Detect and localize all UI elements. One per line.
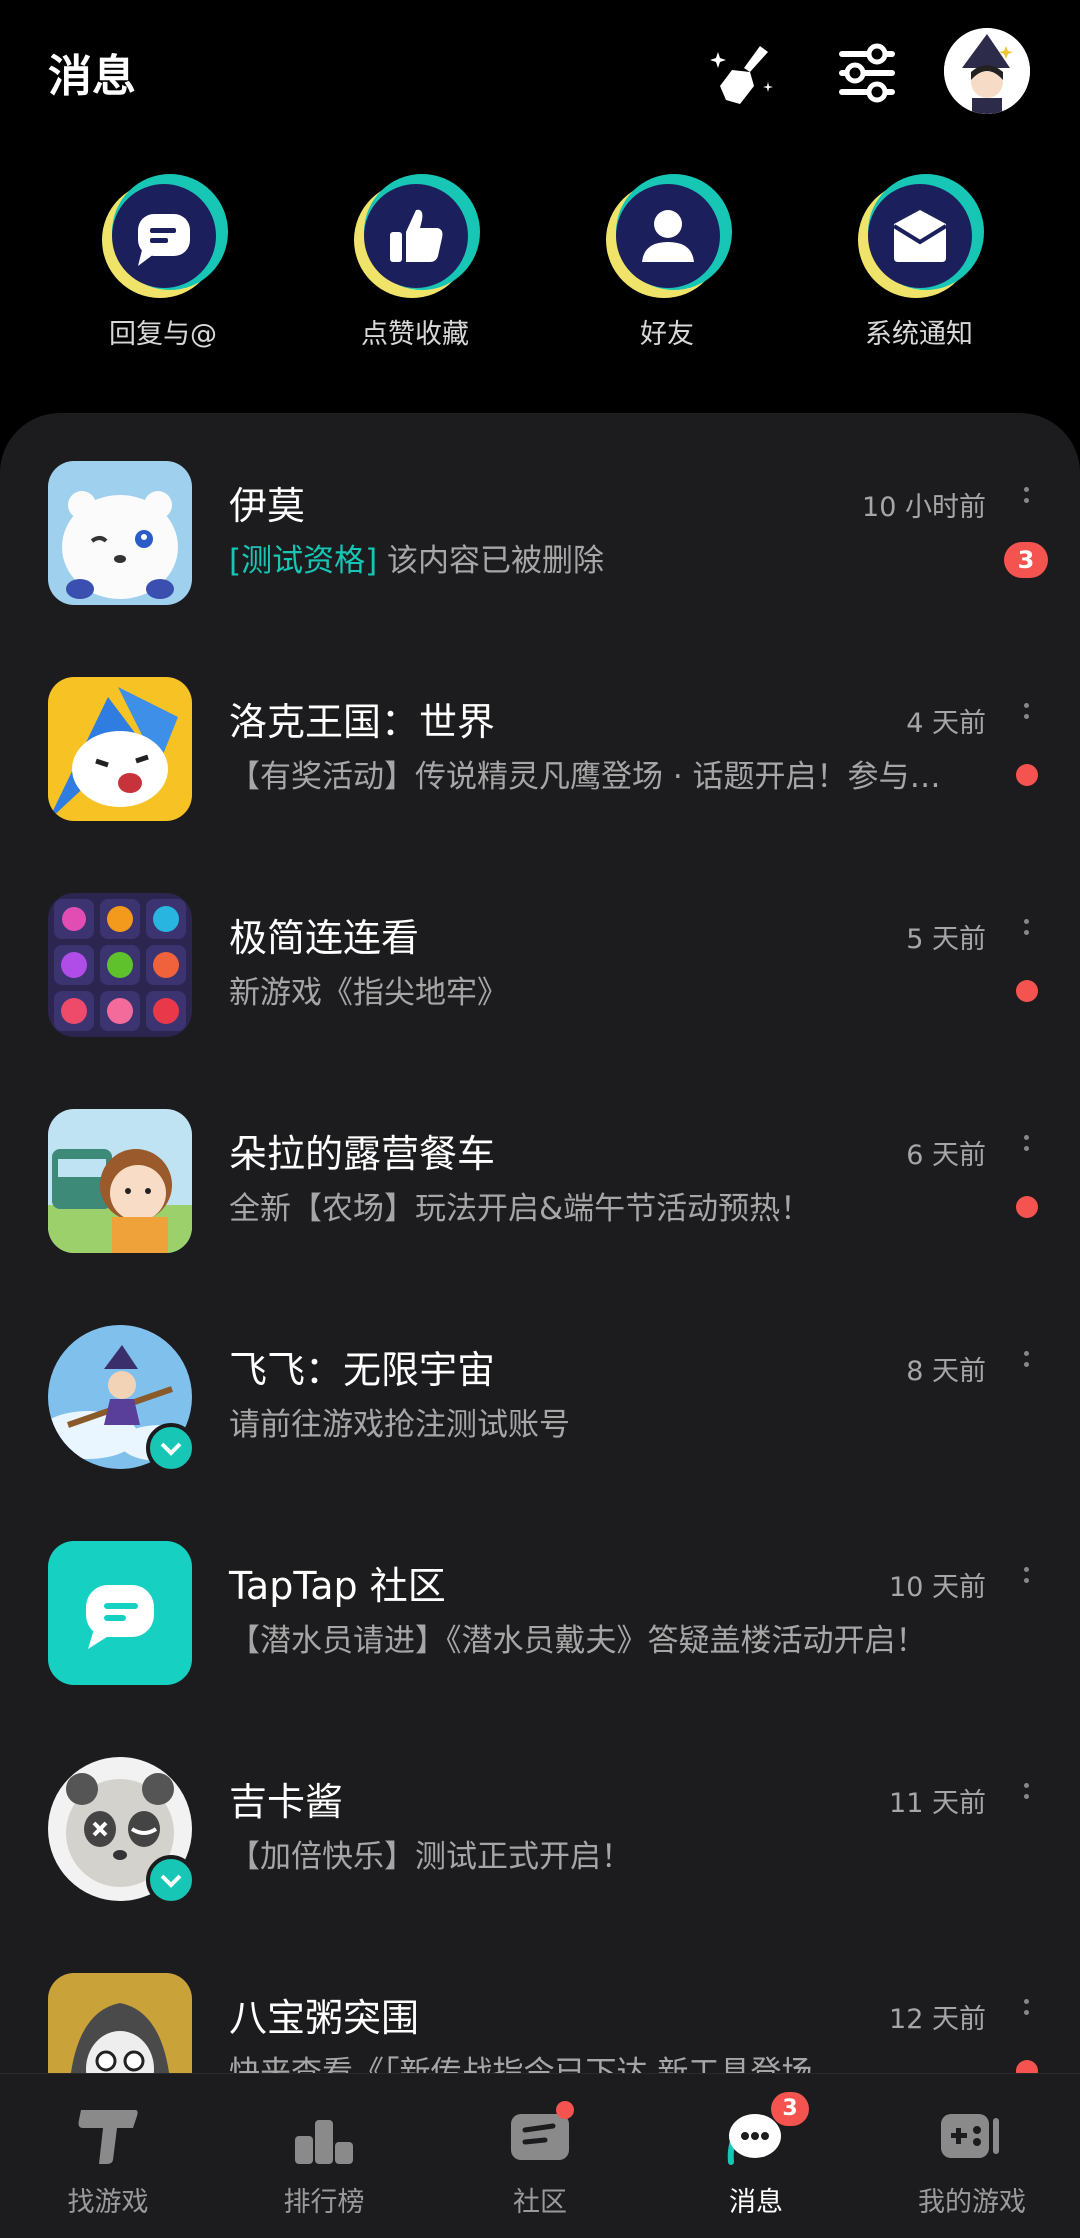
message-time: 4 天前: [906, 708, 986, 739]
tab-label: 社区: [513, 2187, 567, 2218]
quick-replies[interactable]: 回复与@: [53, 170, 273, 351]
more-options-icon[interactable]: [1024, 919, 1030, 945]
message-row[interactable]: 极简连连看 新游戏《指尖地牢》 5 天前: [0, 845, 1080, 1061]
message-time: 8 天前: [906, 1356, 986, 1387]
game-icon: [48, 1973, 192, 2073]
preview-text: 【有奖活动】传说精灵凡鹰登场 · 话题开启！参与讨论赢好礼: [229, 759, 959, 795]
sender-name: TapTap 社区: [229, 1564, 446, 1608]
broom-icon: [710, 46, 773, 104]
quick-label: 回复与@: [109, 319, 217, 350]
message-row[interactable]: 飞飞：无限宇宙 请前往游戏抢注测试账号 8 天前: [0, 1277, 1080, 1493]
tab-my-games[interactable]: 我的游戏: [864, 2074, 1080, 2238]
community-icon: [511, 2101, 574, 2160]
unread-count-badge: 3: [1004, 542, 1048, 578]
tab-label: 消息: [729, 2187, 783, 2218]
quick-label: 系统通知: [865, 319, 973, 350]
quick-system-notice[interactable]: 系统通知: [809, 170, 1029, 351]
quick-likes[interactable]: 点赞收藏: [305, 170, 525, 351]
message-row[interactable]: 八宝粥突围 快来查看《「新传战指令已下达 新工具登场 12 天前: [0, 1925, 1080, 2073]
more-options-icon[interactable]: [1024, 487, 1030, 513]
sender-name: 极简连连看: [229, 916, 420, 960]
podium-icon: [295, 2106, 353, 2164]
unread-dot: [1016, 1196, 1038, 1218]
message-time: 12 天前: [889, 2004, 986, 2035]
tab-messages[interactable]: 3 消息: [648, 2074, 864, 2238]
game-icon: [48, 1109, 192, 1253]
message-row[interactable]: 吉卡酱 【加倍快乐】测试正式开启！ 11 天前: [0, 1709, 1080, 1925]
message-time: 11 天前: [889, 1788, 986, 1819]
quick-label: 好友: [640, 319, 694, 350]
tab-label: 排行榜: [283, 2187, 365, 2218]
tab-label: 我的游戏: [918, 2187, 1026, 2218]
unread-dot: [1016, 764, 1038, 786]
preview-text: 新游戏《指尖地牢》: [229, 975, 508, 1011]
message-row[interactable]: 朵拉的露营餐车 全新【农场】玩法开启&端午节活动预热！ 6 天前: [0, 1061, 1080, 1277]
sender-name: 八宝粥突围: [229, 1996, 420, 2040]
preview-text: 快来查看《「新传战指令已下达 新工具登场: [229, 2055, 813, 2073]
preview-text: 【加倍快乐】测试正式开启！: [229, 1839, 632, 1875]
clear-unread-button[interactable]: [700, 28, 790, 118]
game-icon: [48, 461, 192, 605]
unread-dot: [1016, 2060, 1038, 2073]
settings-button[interactable]: [822, 28, 912, 118]
tab-label: 找游戏: [67, 2187, 149, 2218]
more-options-icon[interactable]: [1024, 1783, 1030, 1809]
bottom-tab-bar: 找游戏 排行榜 社区 3 消息 我的游戏: [0, 2073, 1080, 2238]
more-options-icon[interactable]: [1024, 1351, 1030, 1377]
verified-badge-icon: [146, 1423, 196, 1473]
quick-actions: 回复与@ 点赞收藏 好友 系统通知: [0, 170, 1080, 370]
message-preview: 【加倍快乐】测试正式开启！: [229, 1831, 632, 1876]
preview-text: 全新【农场】玩法开启&端午节活动预热！: [229, 1191, 812, 1227]
message-time: 10 天前: [889, 1572, 986, 1603]
thumbs-up-icon: [354, 174, 480, 298]
tab-find-games[interactable]: 找游戏: [0, 2074, 216, 2238]
message-time: 6 天前: [906, 1140, 986, 1171]
header: 消息: [0, 0, 1080, 150]
message-time: 10 小时前: [862, 492, 986, 523]
message-row[interactable]: TapTap 社区 【潜水员请进】《潜水员戴夫》答疑盖楼活动开启！ 10 天前: [0, 1493, 1080, 1709]
comment-icon: [102, 174, 228, 298]
unread-dot: [1016, 980, 1038, 1002]
envelope-icon: [858, 174, 984, 298]
message-list: 伊莫 [测试资格] 该内容已被删除 10 小时前 3 洛克王国：世界 【有奖活动…: [0, 413, 1080, 2073]
preview-text: 请前往游戏抢注测试账号: [229, 1407, 570, 1443]
message-preview: 请前往游戏抢注测试账号: [229, 1399, 570, 1444]
message-preview: 【有奖活动】传说精灵凡鹰登场 · 话题开启！参与讨论赢好礼: [229, 751, 959, 796]
message-preview: 新游戏《指尖地牢》: [229, 967, 508, 1012]
sliders-icon: [839, 43, 895, 103]
tab-badge: 3: [771, 2092, 809, 2126]
message-preview: 快来查看《「新传战指令已下达 新工具登场: [229, 2047, 812, 2073]
sender-name: 朵拉的露营餐车: [229, 1132, 496, 1176]
message-preview: 【潜水员请进】《潜水员戴夫》答疑盖楼活动开启！: [229, 1615, 927, 1660]
message-preview: [测试资格] 该内容已被删除: [229, 535, 604, 580]
taptap-community-icon: [48, 1541, 192, 1685]
game-icon: [48, 677, 192, 821]
message-time: 5 天前: [906, 924, 986, 955]
more-options-icon[interactable]: [1024, 1567, 1030, 1593]
preview-text: 【潜水员请进】《潜水员戴夫》答疑盖楼活动开启！: [229, 1623, 927, 1659]
message-preview: 全新【农场】玩法开启&端午节活动预热！: [229, 1183, 811, 1228]
gamepad-icon: [941, 2114, 999, 2158]
sender-name: 飞飞：无限宇宙: [229, 1348, 496, 1392]
person-icon: [606, 174, 732, 298]
sender-name: 吉卡酱: [229, 1780, 344, 1824]
preview-text: 该内容已被删除: [377, 543, 605, 579]
taptap-t-icon: [78, 2110, 138, 2164]
user-avatar[interactable]: [944, 28, 1030, 114]
message-row[interactable]: 洛克王国：世界 【有奖活动】传说精灵凡鹰登场 · 话题开启！参与讨论赢好礼 4 …: [0, 629, 1080, 845]
more-options-icon[interactable]: [1024, 1999, 1030, 2025]
message-row[interactable]: 伊莫 [测试资格] 该内容已被删除 10 小时前 3: [0, 413, 1080, 629]
quick-label: 点赞收藏: [361, 319, 469, 350]
message-tag: [测试资格]: [229, 543, 378, 579]
tab-rankings[interactable]: 排行榜: [216, 2074, 432, 2238]
sender-name: 伊莫: [229, 484, 306, 528]
tab-community[interactable]: 社区: [432, 2074, 648, 2238]
more-options-icon[interactable]: [1024, 1135, 1030, 1161]
quick-friends[interactable]: 好友: [557, 170, 777, 351]
game-icon: [48, 893, 192, 1037]
sender-name: 洛克王国：世界: [229, 700, 496, 744]
page-title: 消息: [48, 51, 136, 102]
more-options-icon[interactable]: [1024, 703, 1030, 729]
verified-badge-icon: [146, 1855, 196, 1905]
